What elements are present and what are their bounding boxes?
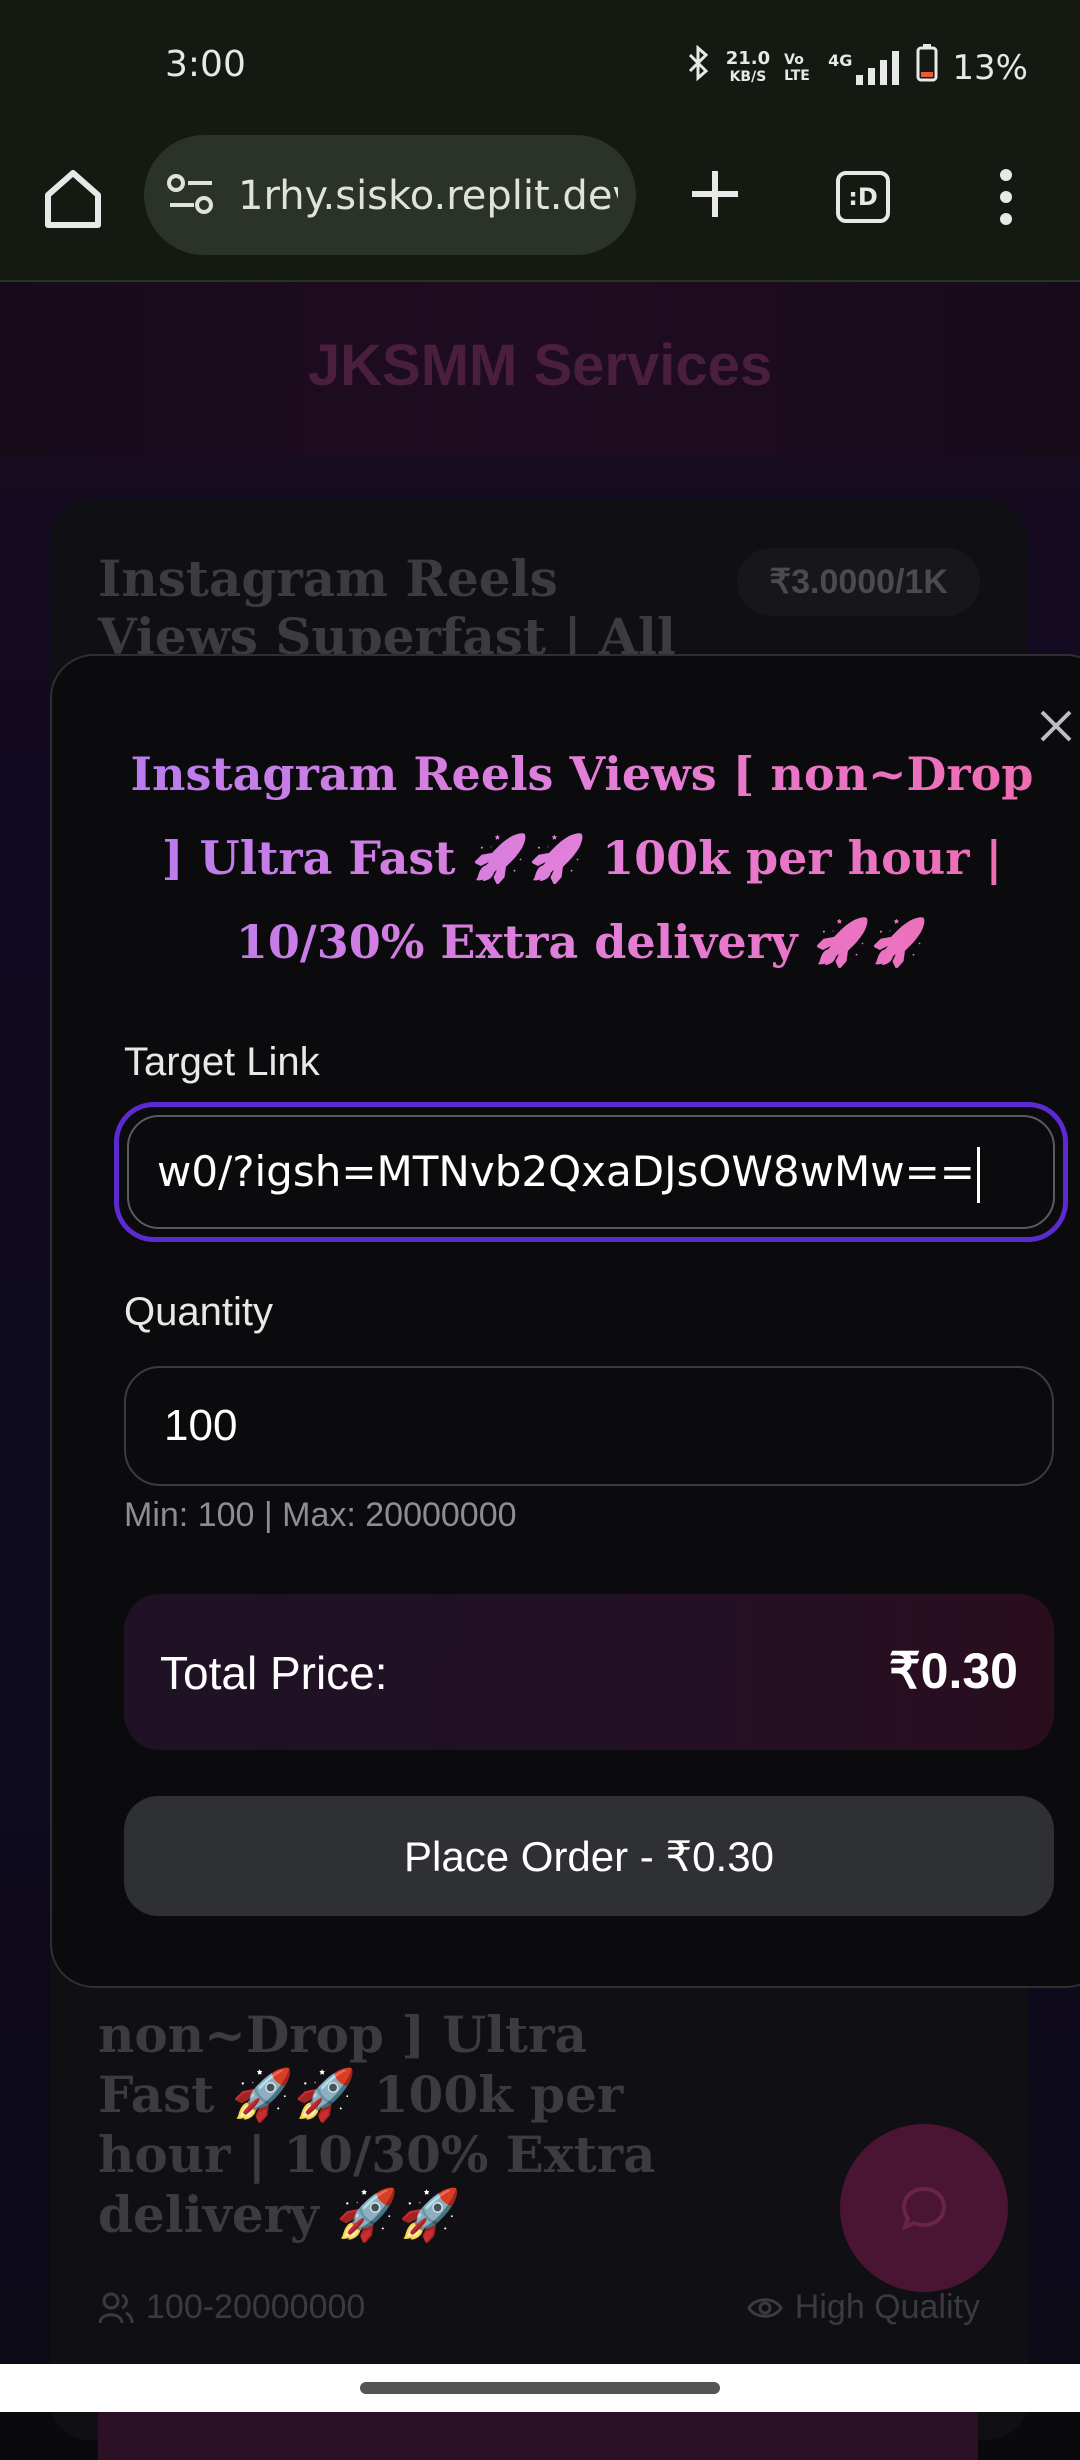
page-title: JKSMM Services bbox=[307, 333, 773, 398]
total-price-value: ₹0.30 bbox=[888, 1643, 1018, 1699]
quantity-input[interactable]: 100 bbox=[124, 1366, 1054, 1486]
browser-toolbar: 1rhy.sisko.replit.dev :D bbox=[0, 135, 1080, 282]
home-button[interactable] bbox=[38, 163, 108, 233]
signal-icon: 4G bbox=[828, 50, 902, 85]
service-price-badge: ₹3.0000/1K bbox=[737, 548, 980, 616]
more-vert-icon bbox=[1000, 169, 1012, 225]
place-order-button[interactable]: Place Order - ₹0.30 bbox=[124, 1796, 1054, 1916]
text-caret bbox=[976, 1146, 980, 1203]
service-card-description: non~Drop ] Ultra Fast 🚀🚀 100k per hour |… bbox=[98, 2005, 656, 2244]
order-modal: Instagram Reels Views [ non~Drop ] Ultra… bbox=[50, 654, 1080, 1988]
chat-icon bbox=[901, 2186, 947, 2231]
system-nav-bar bbox=[0, 2364, 1080, 2412]
site-settings-icon[interactable] bbox=[166, 173, 216, 217]
plus-icon bbox=[692, 171, 738, 217]
users-icon bbox=[98, 2292, 134, 2323]
overflow-menu-button[interactable] bbox=[996, 167, 1016, 227]
battery-icon bbox=[916, 44, 938, 91]
bluetooth-icon bbox=[686, 44, 712, 90]
quantity-limits: Min: 100 | Max: 20000000 bbox=[124, 1496, 517, 1534]
target-link-label: Target Link bbox=[124, 1040, 320, 1084]
total-price-box: Total Price: ₹0.30 bbox=[124, 1594, 1054, 1750]
address-bar[interactable]: 1rhy.sisko.replit.dev bbox=[144, 135, 636, 255]
url-text[interactable]: 1rhy.sisko.replit.dev bbox=[238, 173, 618, 219]
target-link-input[interactable]: w0/?igsh=MTNvb2QxaDJsOW8wMw== bbox=[127, 1115, 1055, 1229]
target-link-focus-ring: w0/?igsh=MTNvb2QxaDJsOW8wMw== bbox=[114, 1102, 1068, 1242]
status-time: 3:00 bbox=[165, 44, 246, 85]
chat-button[interactable] bbox=[840, 2124, 1008, 2292]
volte-icon: Vo LTE bbox=[784, 51, 810, 84]
status-bar: 3:00 21.0 KB/S Vo LTE 4G 13% bbox=[0, 0, 1080, 135]
network-speed: 21.0 KB/S bbox=[725, 47, 771, 85]
battery-percent: 13% bbox=[952, 47, 1028, 88]
total-price-label: Total Price: bbox=[160, 1647, 388, 1699]
modal-title: Instagram Reels Views [ non~Drop ] Ultra… bbox=[112, 732, 1052, 984]
quantity-label: Quantity bbox=[124, 1290, 273, 1334]
new-tab-button[interactable] bbox=[684, 163, 746, 225]
eye-icon bbox=[747, 2297, 783, 2318]
home-gesture-handle[interactable] bbox=[360, 2382, 720, 2394]
status-icons: 21.0 KB/S Vo LTE 4G 13% bbox=[686, 44, 1028, 91]
service-quality: High Quality bbox=[747, 2288, 980, 2327]
page-header: JKSMM Services bbox=[0, 282, 1080, 458]
tab-switcher-button[interactable]: :D bbox=[836, 171, 890, 223]
home-icon bbox=[45, 170, 101, 228]
service-range: 100-20000000 bbox=[98, 2288, 365, 2327]
